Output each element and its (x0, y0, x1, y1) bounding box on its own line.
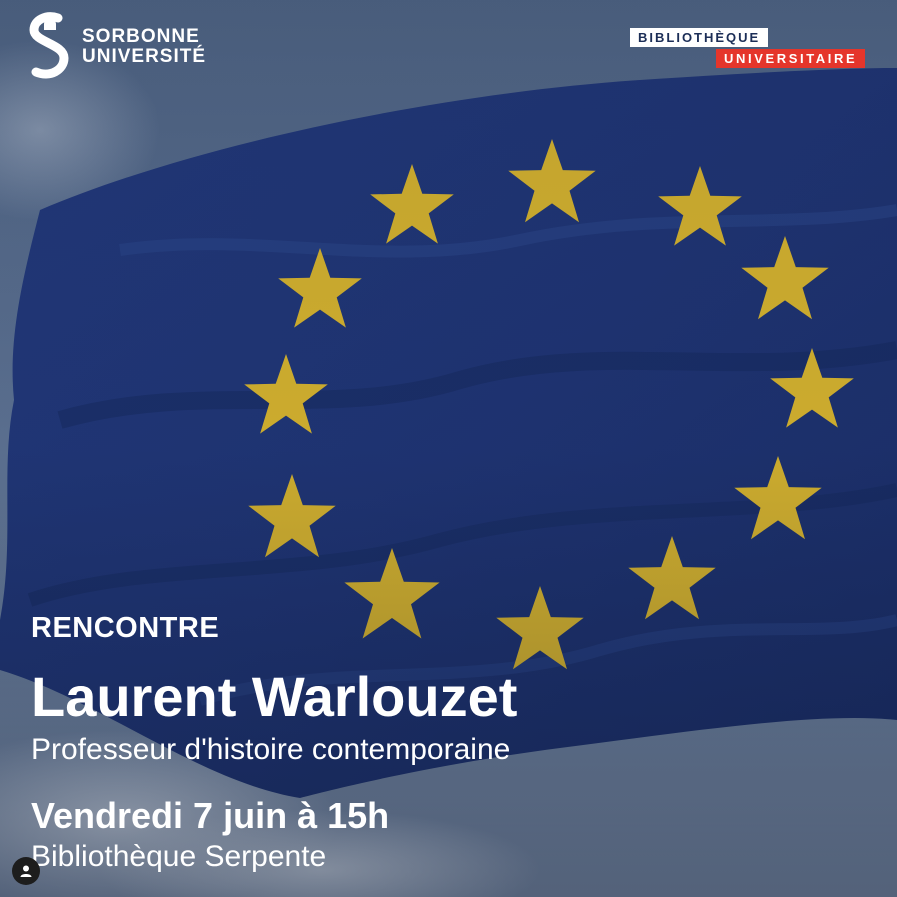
sorbonne-line2: UNIVERSITÉ (82, 46, 207, 67)
poster: SORBONNE UNIVERSITÉ BIBLIOTHÈQUE UNIVERS… (0, 0, 897, 897)
event-location: Bibliothèque Serpente (31, 840, 327, 873)
sorbonne-line1: SORBONNE (82, 26, 200, 47)
speaker-name: Laurent Warlouzet (31, 665, 518, 728)
sorbonne-emblem-icon (29, 12, 69, 79)
event-date: Vendredi 7 juin à 15h (31, 795, 390, 836)
speaker-title: Professeur d'histoire contemporaine (31, 733, 511, 766)
bibliotheque-logo-top: BIBLIOTHÈQUE (630, 28, 769, 47)
bibliotheque-logo: BIBLIOTHÈQUE UNIVERSITAIRE (630, 28, 868, 70)
bibliotheque-logo-bottom: UNIVERSITAIRE (716, 49, 866, 68)
user-profile-icon[interactable] (12, 857, 40, 885)
sorbonne-logo: SORBONNE UNIVERSITÉ (28, 12, 206, 82)
event-type: RENCONTRE (31, 612, 220, 644)
